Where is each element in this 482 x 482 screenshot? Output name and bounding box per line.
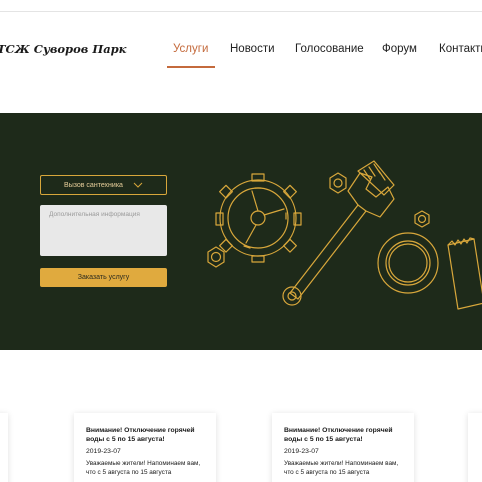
nut-icon	[207, 246, 225, 268]
news-card-partial	[0, 413, 8, 482]
tape-icon	[447, 237, 482, 310]
nav-item-news[interactable]: Новости	[230, 43, 275, 55]
nav-item-contacts[interactable]: Контакты	[439, 43, 482, 55]
news-excerpt: Уважаемые жители! Напоминаем вам, что с …	[284, 460, 399, 476]
news-date: 2019-23-07	[86, 448, 121, 455]
nav-item-voting[interactable]: Голосование	[295, 43, 364, 55]
nut-icon	[414, 210, 430, 228]
chevron-down-icon	[133, 182, 143, 188]
service-order-banner: Вызов сантехника Заказать услугу	[0, 113, 482, 350]
wrench-icon	[282, 160, 395, 306]
news-excerpt: Уважаемые жители! Напоминаем вам, что с …	[86, 460, 201, 476]
site-header: ТСЖ Суворов Парк Услуги Новости Голосова…	[0, 12, 482, 68]
service-select[interactable]: Вызов сантехника	[40, 175, 167, 195]
tools-illustration	[207, 160, 482, 310]
service-select-value: Вызов сантехника	[64, 181, 123, 189]
news-card[interactable]: Внимание! Отключение горячей воды с 5 по…	[74, 413, 216, 482]
news-date: 2019-23-07	[284, 448, 319, 455]
washer-icon	[377, 232, 439, 294]
news-title: Внимание! Отключение горячей воды с 5 по…	[86, 427, 195, 443]
nut-icon	[329, 172, 347, 194]
active-nav-indicator	[167, 66, 215, 68]
nav-item-forum[interactable]: Форум	[382, 43, 417, 55]
news-card[interactable]: Внимание! Отключение горячей воды с 5 по…	[272, 413, 414, 482]
news-title: Внимание! Отключение горячей воды с 5 по…	[284, 427, 393, 443]
news-card-partial	[468, 413, 482, 482]
gear-icon	[215, 173, 302, 263]
order-service-button[interactable]: Заказать услугу	[40, 268, 167, 287]
nav-item-services[interactable]: Услуги	[173, 43, 208, 55]
site-logo[interactable]: ТСЖ Суворов Парк	[0, 42, 126, 56]
additional-info-input[interactable]	[40, 205, 167, 256]
